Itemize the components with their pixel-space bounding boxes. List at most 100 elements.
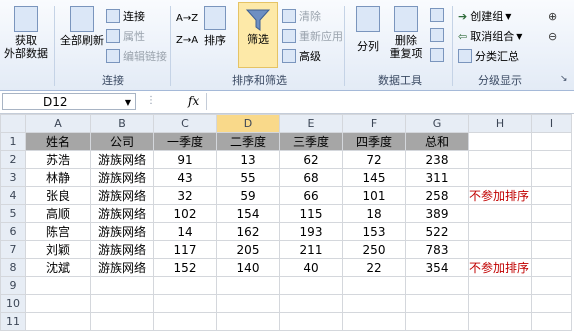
cell[interactable]	[468, 312, 532, 331]
column-header-c[interactable]: C	[153, 114, 217, 133]
cell[interactable]	[153, 276, 217, 295]
cell[interactable]: 91	[153, 150, 217, 169]
cell[interactable]	[25, 276, 91, 295]
cell[interactable]	[25, 294, 91, 313]
cell[interactable]	[216, 312, 280, 331]
row-header[interactable]: 11	[0, 312, 26, 331]
cell[interactable]	[531, 276, 572, 295]
cell[interactable]: 游族网络	[90, 186, 154, 205]
cell[interactable]	[153, 294, 217, 313]
cell[interactable]: 13	[216, 150, 280, 169]
cell[interactable]: 沈斌	[25, 258, 91, 277]
cell[interactable]: 14	[153, 222, 217, 241]
row-header[interactable]: 5	[0, 204, 26, 223]
cell[interactable]: 250	[342, 240, 406, 259]
cell[interactable]: 72	[342, 150, 406, 169]
sort-za-button[interactable]: Z→A	[176, 32, 198, 48]
cell[interactable]: 游族网络	[90, 258, 154, 277]
cell[interactable]: 不参加排序	[468, 258, 532, 277]
connections-button[interactable]: 连接	[106, 8, 145, 24]
cell[interactable]: 101	[342, 186, 406, 205]
row-header[interactable]: 8	[0, 258, 26, 277]
chevron-down-icon[interactable]: ▼	[125, 94, 131, 111]
insert-function-icon[interactable]: fx	[188, 94, 199, 108]
formula-input[interactable]	[206, 93, 573, 110]
cell[interactable]: 193	[279, 222, 343, 241]
cell[interactable]: 238	[405, 150, 469, 169]
cell[interactable]: 154	[216, 204, 280, 223]
cell[interactable]	[405, 294, 469, 313]
cell[interactable]	[468, 132, 532, 151]
cell[interactable]: 二季度	[216, 132, 280, 151]
cell[interactable]: 张良	[25, 186, 91, 205]
get-external-data-button[interactable]: 获取 外部数据	[4, 6, 48, 60]
cell[interactable]: 一季度	[153, 132, 217, 151]
remove-duplicates-button[interactable]: 删除 重复项	[386, 6, 426, 60]
show-detail-icon[interactable]: ⊕	[548, 10, 557, 23]
cell[interactable]	[279, 312, 343, 331]
dialog-launcher-icon[interactable]: ↘	[560, 74, 568, 84]
column-header-b[interactable]: B	[90, 114, 154, 133]
what-if-icon[interactable]	[430, 48, 444, 62]
hide-detail-icon[interactable]: ⊖	[548, 30, 557, 43]
cell[interactable]	[468, 168, 532, 187]
cell[interactable]: 102	[153, 204, 217, 223]
cell[interactable]: 43	[153, 168, 217, 187]
cell[interactable]	[531, 222, 572, 241]
cell[interactable]	[405, 312, 469, 331]
cell[interactable]	[531, 258, 572, 277]
cell[interactable]	[531, 132, 572, 151]
cell[interactable]	[342, 312, 406, 331]
sort-button[interactable]: 排序	[200, 6, 230, 47]
cell[interactable]: 姓名	[25, 132, 91, 151]
select-all-corner[interactable]	[0, 114, 26, 133]
cell[interactable]: 162	[216, 222, 280, 241]
clear-button[interactable]: 清除	[282, 8, 321, 24]
cell[interactable]: 62	[279, 150, 343, 169]
cell[interactable]: 389	[405, 204, 469, 223]
cell[interactable]: 陈宫	[25, 222, 91, 241]
cell[interactable]	[468, 276, 532, 295]
cell[interactable]: 游族网络	[90, 150, 154, 169]
cell[interactable]	[531, 186, 572, 205]
cell[interactable]: 68	[279, 168, 343, 187]
cell[interactable]: 公司	[90, 132, 154, 151]
cell[interactable]	[468, 150, 532, 169]
cell[interactable]: 354	[405, 258, 469, 277]
cell[interactable]: 783	[405, 240, 469, 259]
cell[interactable]	[342, 294, 406, 313]
cell[interactable]	[468, 240, 532, 259]
cell[interactable]: 总和	[405, 132, 469, 151]
cell[interactable]: 522	[405, 222, 469, 241]
cell[interactable]: 115	[279, 204, 343, 223]
cell[interactable]	[216, 294, 280, 313]
cell[interactable]	[531, 294, 572, 313]
cell[interactable]: 四季度	[342, 132, 406, 151]
cell[interactable]: 59	[216, 186, 280, 205]
cell[interactable]: 18	[342, 204, 406, 223]
ungroup-button[interactable]: ⇦ 取消组合 ▼	[458, 28, 522, 44]
cell[interactable]	[279, 276, 343, 295]
cell[interactable]: 林静	[25, 168, 91, 187]
text-to-columns-button[interactable]: 分列	[352, 6, 384, 53]
cell[interactable]: 苏浩	[25, 150, 91, 169]
cell[interactable]	[468, 204, 532, 223]
cell[interactable]	[531, 168, 572, 187]
cell[interactable]	[90, 294, 154, 313]
column-header-i[interactable]: I	[531, 114, 572, 133]
cell[interactable]: 140	[216, 258, 280, 277]
cell[interactable]: 311	[405, 168, 469, 187]
cell[interactable]	[90, 276, 154, 295]
row-header[interactable]: 3	[0, 168, 26, 187]
cell[interactable]: 205	[216, 240, 280, 259]
column-header-e[interactable]: E	[279, 114, 343, 133]
cell[interactable]	[342, 276, 406, 295]
group-button[interactable]: ➔ 创建组 ▼	[458, 8, 511, 24]
cell[interactable]	[405, 276, 469, 295]
row-header[interactable]: 2	[0, 150, 26, 169]
cell[interactable]	[153, 312, 217, 331]
cell[interactable]: 153	[342, 222, 406, 241]
row-header[interactable]: 4	[0, 186, 26, 205]
column-header-d[interactable]: D	[216, 114, 280, 133]
cell[interactable]: 游族网络	[90, 240, 154, 259]
